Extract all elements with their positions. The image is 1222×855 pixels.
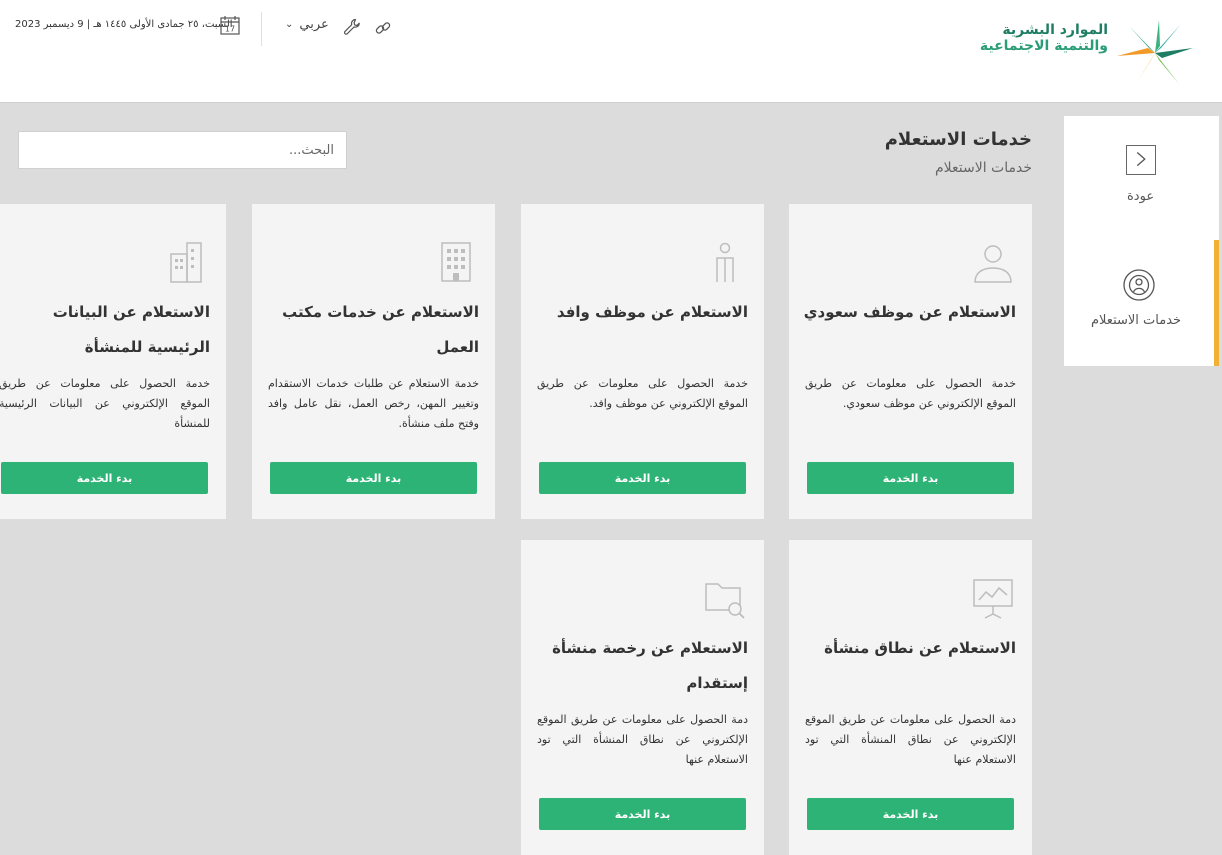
card-description: خدمة الحصول على معلومات عن طريق الموقع ا…: [0, 377, 210, 430]
search-input[interactable]: [18, 131, 347, 169]
language-label: عربي: [299, 17, 329, 32]
breadcrumb[interactable]: خدمات الاستعلام: [935, 160, 1032, 176]
header-divider: [261, 12, 262, 46]
logo-text: الموارد البشرية والتنمية الاجتماعية: [979, 22, 1108, 54]
service-card-labor-office: الاستعلام عن خدمات مكتب العمل خدمة الاست…: [252, 204, 495, 519]
ministry-logo[interactable]: الموارد البشرية والتنمية الاجتماعية: [980, 18, 1195, 88]
card-title: الاستعلام عن خدمات مكتب العمل: [282, 303, 479, 356]
sidebar-active-indicator: [1214, 240, 1219, 366]
current-date: السبت، ٢٥ جمادى الأولى ١٤٤٥ هـ | 9 ديسمب…: [15, 19, 233, 30]
back-button[interactable]: [1126, 145, 1156, 175]
card-title: الاستعلام عن البيانات الرئيسية للمنشأة: [52, 303, 210, 356]
service-card-saudi-employee: الاستعلام عن موظف سعودي خدمة الحصول على …: [789, 204, 1032, 519]
top-header: السبت، ٢٥ جمادى الأولى ١٤٤٥ هـ | 9 ديسمب…: [0, 0, 1222, 103]
page-title: خدمات الاستعلام: [884, 129, 1032, 150]
sidebar-item-inquiry[interactable]: خدمات الاستعلام: [1091, 313, 1181, 328]
card-description: دمة الحصول على معلومات عن طريق الموقع ال…: [537, 713, 748, 766]
expat-person-icon: [716, 242, 734, 282]
start-service-button[interactable]: بدء الخدمة: [539, 462, 746, 494]
calendar-icon: 17: [220, 16, 240, 35]
building-icon: [441, 242, 471, 282]
language-selector[interactable]: ⌄ عربي: [285, 17, 329, 32]
inquiry-radar-icon[interactable]: [1122, 268, 1156, 302]
buildings-icon: [170, 242, 202, 283]
card-description: دمة الحصول على معلومات عن طريق الموقع ال…: [805, 713, 1016, 766]
card-description: خدمة الاستعلام عن طلبات خدمات الاستقدام …: [268, 377, 479, 430]
folder-search-icon: [705, 583, 745, 619]
chevron-right-icon: [1136, 152, 1146, 167]
start-service-button[interactable]: بدء الخدمة: [807, 462, 1014, 494]
presentation-chart-icon: [973, 579, 1013, 619]
service-card-recruitment-license: الاستعلام عن رخصة منشأة إستقدام دمة الحص…: [521, 540, 764, 855]
start-service-button[interactable]: بدء الخدمة: [1, 462, 208, 494]
card-description: خدمة الحصول على معلومات عن طريق الموقع ا…: [805, 377, 1016, 410]
start-service-button[interactable]: بدء الخدمة: [807, 798, 1014, 830]
card-title: الاستعلام عن نطاق منشأة: [824, 639, 1016, 657]
card-title: الاستعلام عن موظف سعودي: [803, 303, 1016, 321]
sidebar-item-back[interactable]: عودة: [1127, 189, 1154, 204]
calendar-day: 17: [225, 25, 235, 34]
wrench-icon[interactable]: [342, 17, 362, 37]
start-service-button[interactable]: بدء الخدمة: [270, 462, 477, 494]
start-service-button[interactable]: بدء الخدمة: [539, 798, 746, 830]
card-description: خدمة الحصول على معلومات عن طريق الموقع ا…: [537, 377, 748, 410]
card-title: الاستعلام عن رخصة منشأة إستقدام: [552, 639, 748, 692]
link-icon[interactable]: [373, 18, 393, 38]
card-title: الاستعلام عن موظف وافد: [556, 303, 748, 321]
logo-emblem-icon: [1117, 20, 1193, 84]
service-card-expat-employee: الاستعلام عن موظف وافد خدمة الحصول على م…: [521, 204, 764, 519]
service-card-establishment-data: الاستعلام عن البيانات الرئيسية للمنشأة خ…: [0, 204, 226, 519]
person-icon: [974, 245, 1012, 283]
chevron-down-icon: ⌄: [285, 19, 294, 30]
service-card-establishment-range: الاستعلام عن نطاق منشأة دمة الحصول على م…: [789, 540, 1032, 855]
